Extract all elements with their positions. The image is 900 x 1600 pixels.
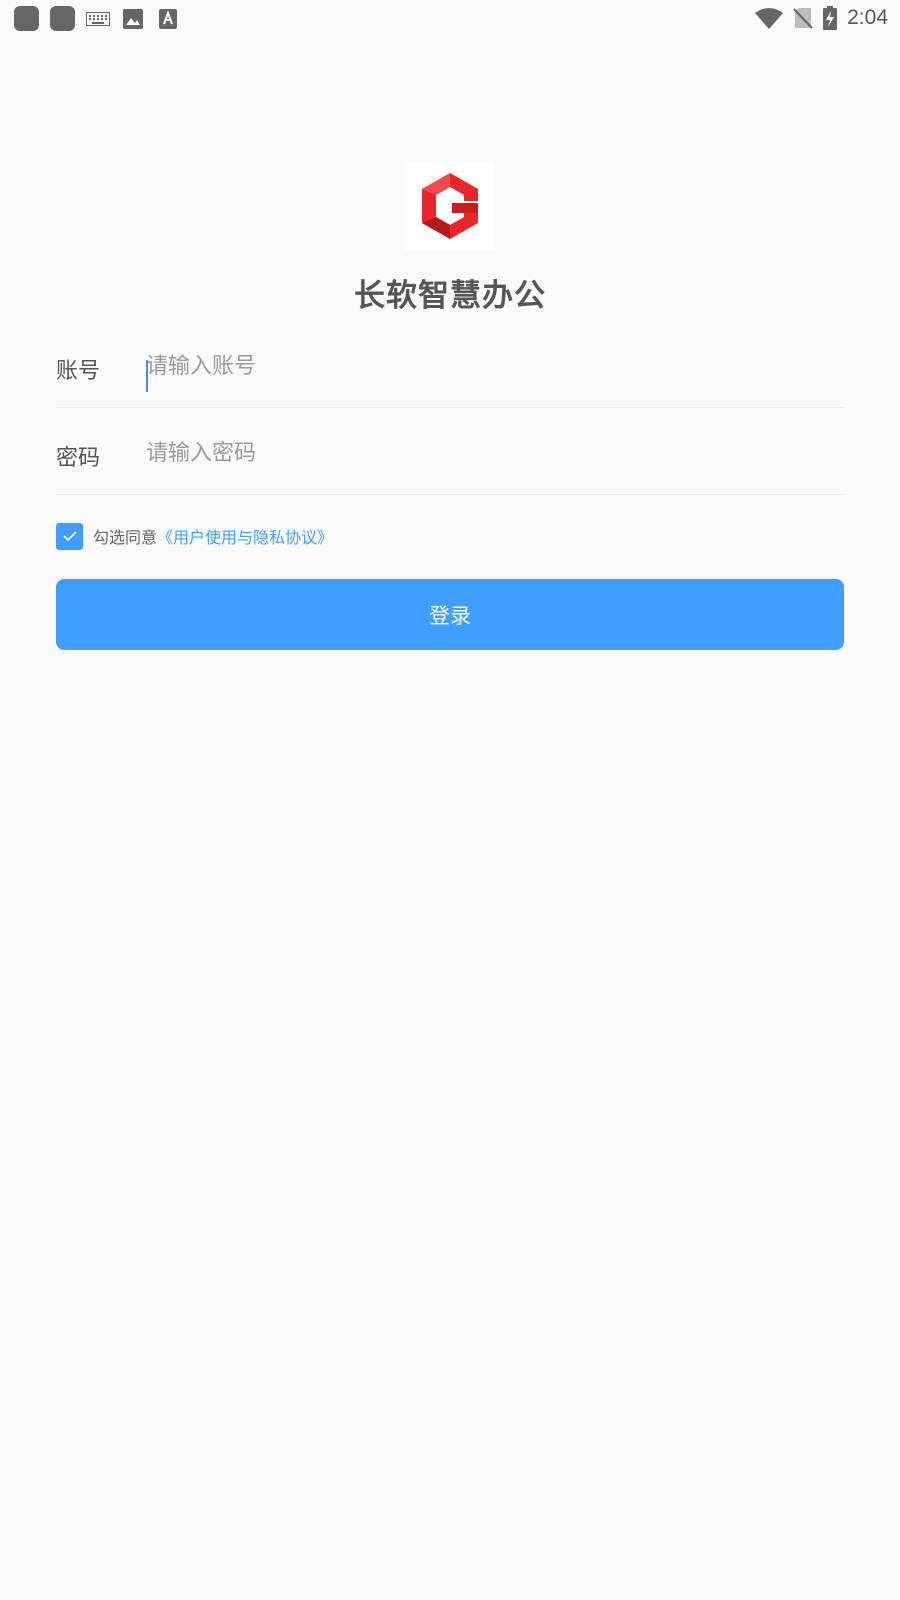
image-icon bbox=[121, 7, 145, 31]
password-label: 密码 bbox=[56, 446, 101, 471]
app-logo bbox=[405, 161, 495, 251]
text-caret bbox=[146, 360, 148, 392]
app-title: 长软智慧办公 bbox=[354, 278, 546, 314]
agreement-row: 勾选同意 《用户使用与隐私协议》 bbox=[56, 522, 333, 550]
login-button-label: 登录 bbox=[429, 603, 471, 628]
account-label: 账号 bbox=[56, 359, 101, 384]
status-time: 2:04 bbox=[847, 6, 888, 29]
status-bar-left bbox=[14, 6, 191, 31]
wifi-icon bbox=[755, 8, 784, 29]
password-field: 密码 bbox=[56, 414, 844, 495]
password-input[interactable] bbox=[146, 430, 826, 476]
agreement-link[interactable]: 《用户使用与隐私协议》 bbox=[157, 524, 333, 548]
no-sim-icon bbox=[793, 8, 813, 29]
app-icon bbox=[14, 6, 39, 31]
keyboard-icon bbox=[86, 7, 110, 31]
app-icon bbox=[50, 6, 75, 31]
status-bar: 2:04 bbox=[0, 0, 900, 36]
check-icon bbox=[62, 531, 77, 542]
text-icon bbox=[156, 7, 180, 31]
status-bar-right: 2:04 bbox=[745, 4, 888, 32]
logo-icon bbox=[422, 173, 478, 239]
account-input[interactable] bbox=[146, 343, 826, 389]
agreement-checkbox[interactable] bbox=[56, 522, 83, 550]
agreement-text: 勾选同意 bbox=[93, 528, 158, 547]
battery-charging-icon bbox=[823, 6, 838, 30]
account-field: 账号 bbox=[56, 327, 844, 408]
login-button[interactable]: 登录 bbox=[56, 579, 844, 650]
